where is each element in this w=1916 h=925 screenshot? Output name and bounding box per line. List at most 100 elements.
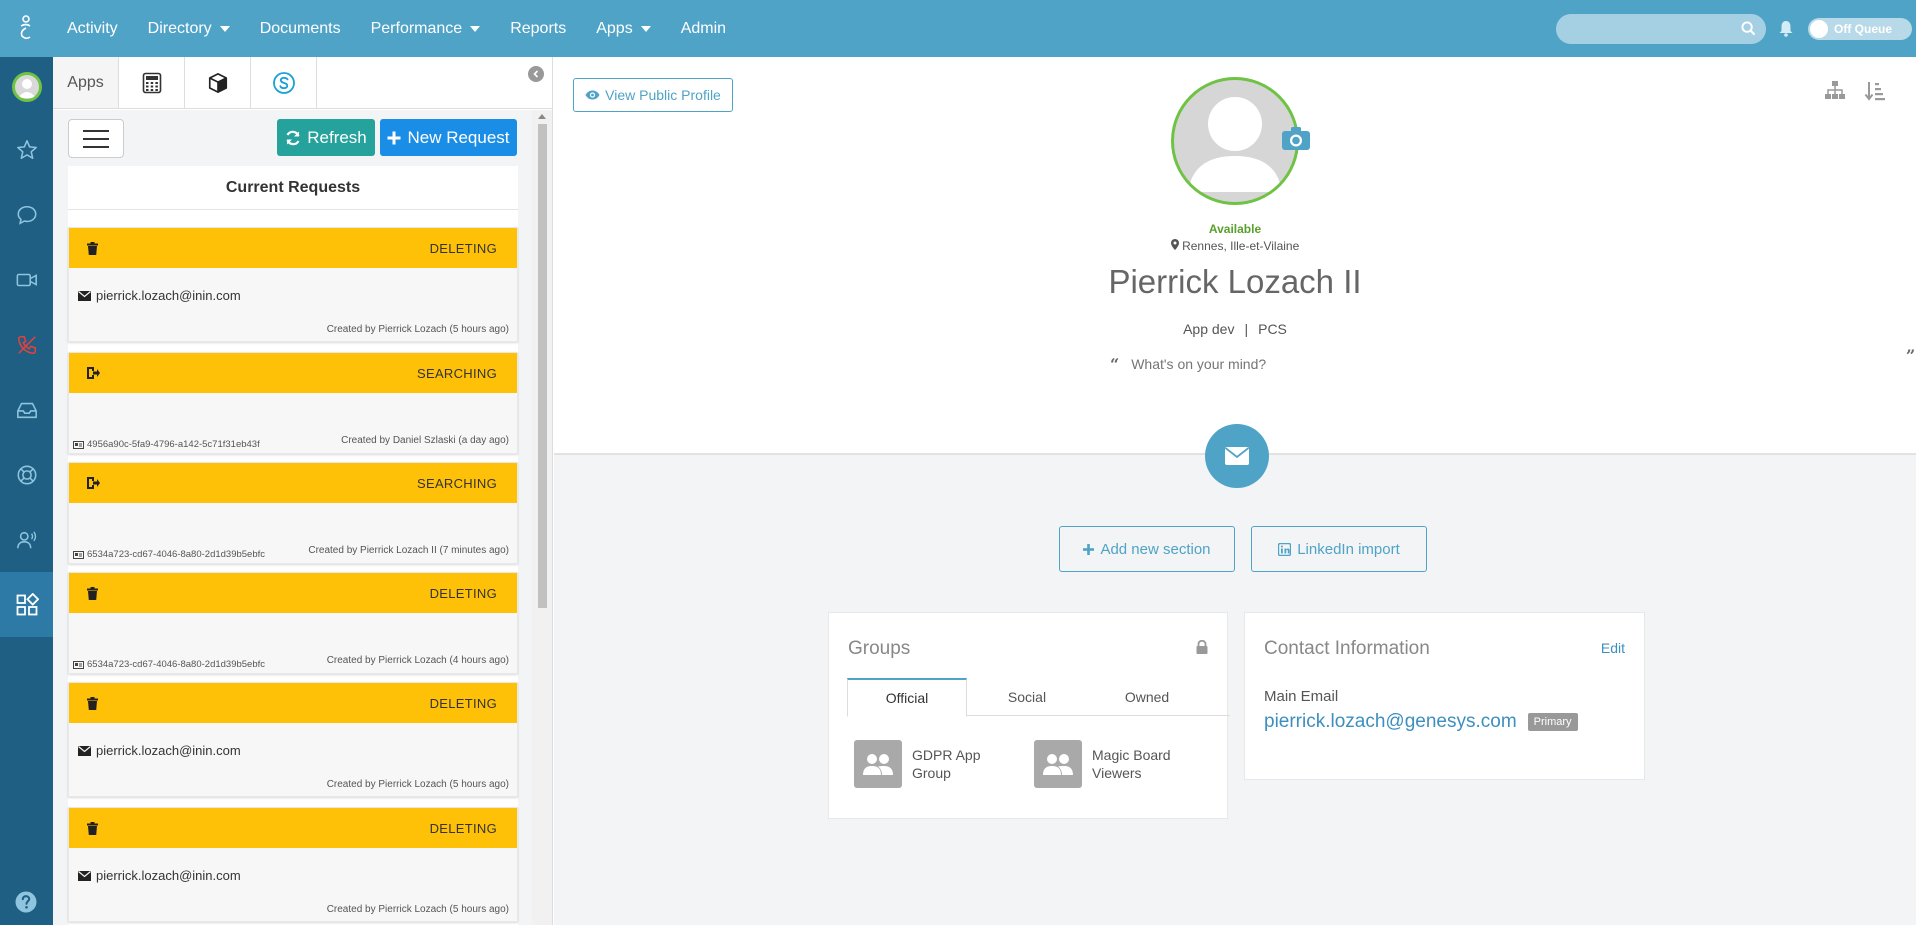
request-card[interactable]: SEARCHING Created by Daniel Szlaski (a d…	[68, 352, 518, 454]
scroll-thumb[interactable]	[538, 124, 547, 608]
nav-directory[interactable]: Directory	[133, 0, 245, 57]
nav-activity[interactable]: Activity	[52, 0, 133, 57]
profile-roles: App dev | PCS	[554, 321, 1916, 337]
plus-icon	[387, 131, 401, 144]
apps-panel: Apps Refresh New Request Current Request	[53, 57, 553, 925]
request-card[interactable]: DELETING pierrick.lozach@inin.com Create…	[68, 682, 518, 797]
request-status: DELETING	[429, 820, 497, 836]
view-public-profile-button[interactable]: View Public Profile	[573, 78, 733, 112]
bell-icon[interactable]	[1778, 20, 1794, 37]
send-email-button[interactable]	[1205, 424, 1269, 488]
quote-open-icon: “	[1110, 354, 1120, 374]
map-pin-icon	[1170, 239, 1179, 250]
tab-owned[interactable]: Owned	[1087, 678, 1207, 715]
group-name: GDPR App Group	[912, 747, 981, 781]
job-title[interactable]: App dev	[1183, 321, 1234, 337]
search-icon[interactable]	[1741, 20, 1756, 36]
requests-list: Current Requests DELETING pierrick.lozac…	[68, 166, 518, 925]
request-created: Created by Daniel Szlaski (a day ago)	[341, 435, 509, 446]
nav-performance[interactable]: Performance	[356, 0, 496, 57]
envelope-icon	[78, 870, 91, 881]
department[interactable]: PCS	[1258, 321, 1287, 337]
inbox-icon[interactable]	[0, 377, 53, 442]
tab-skype[interactable]	[251, 57, 317, 108]
request-card[interactable]: DELETING pierrick.lozach@inin.com Create…	[68, 227, 518, 342]
nav-documents[interactable]: Documents	[245, 0, 356, 57]
request-created: Created by Pierrick Lozach (5 hours ago)	[326, 324, 509, 335]
trash-icon[interactable]	[87, 696, 98, 710]
genesys-logo-icon[interactable]	[0, 0, 52, 57]
request-card[interactable]: DELETING pierrick.lozach@inin.com Create…	[68, 807, 518, 922]
mind-input[interactable]	[1131, 356, 1332, 372]
quote-close-icon: ”	[1906, 346, 1916, 365]
help-ring-icon[interactable]	[0, 442, 53, 507]
nav-admin[interactable]: Admin	[666, 0, 741, 57]
edit-contact-link[interactable]: Edit	[1601, 640, 1625, 656]
nav-reports[interactable]: Reports	[495, 0, 581, 57]
id-card-icon	[73, 660, 84, 669]
user-voice-icon[interactable]	[0, 507, 53, 572]
calculator-icon	[142, 72, 161, 93]
refresh-button[interactable]: Refresh	[277, 119, 375, 156]
add-new-section-button[interactable]: Add new section	[1059, 526, 1235, 572]
status-message: “ ”	[1110, 346, 1915, 375]
org-chart-icon[interactable]	[1824, 80, 1846, 100]
trash-icon[interactable]	[87, 821, 98, 835]
chat-bubble-icon[interactable]	[0, 182, 53, 247]
linkedin-import-button[interactable]: LinkedIn import	[1251, 526, 1427, 572]
trash-icon[interactable]	[87, 586, 98, 600]
request-created: Created by Pierrick Lozach (5 hours ago)	[326, 779, 509, 790]
groups-card: Groups Official Social Owned GDPR App Gr…	[828, 612, 1230, 819]
queue-toggle-label: Off Queue	[1834, 21, 1893, 36]
user-avatar[interactable]	[0, 57, 53, 117]
chevron-left-icon	[533, 70, 539, 78]
tab-official[interactable]: Official	[847, 678, 967, 717]
panel-scrollbar[interactable]	[532, 110, 552, 925]
request-created: Created by Pierrick Lozach (4 hours ago)	[326, 655, 509, 666]
left-rail	[0, 57, 53, 925]
envelope-icon	[1225, 447, 1249, 465]
request-id: 4956a90c-5fa9-4796-a142-5c71f31eb43f	[73, 439, 260, 450]
tab-cube[interactable]	[185, 57, 251, 108]
tab-apps[interactable]: Apps	[53, 57, 119, 108]
request-email: pierrick.lozach@inin.com	[78, 868, 241, 883]
sort-order-icon[interactable]	[1864, 80, 1886, 102]
id-card-icon	[73, 550, 84, 559]
sign-out-icon[interactable]	[87, 367, 100, 379]
request-email: pierrick.lozach@inin.com	[78, 743, 241, 758]
request-status: DELETING	[429, 240, 497, 256]
profile-header: View Public Profile Available Rennes, Il…	[554, 57, 1916, 455]
favorites-star-icon[interactable]	[0, 117, 53, 182]
tab-calculator[interactable]	[119, 57, 185, 108]
tab-social[interactable]: Social	[967, 678, 1087, 715]
list-title: Current Requests	[68, 166, 518, 210]
request-card[interactable]: SEARCHING Created by Pierrick Lozach II …	[68, 462, 518, 564]
request-created: Created by Pierrick Lozach (5 hours ago)	[326, 904, 509, 915]
group-users-icon	[854, 740, 902, 788]
camera-icon[interactable]	[1281, 125, 1311, 151]
id-card-icon	[73, 440, 84, 449]
group-item[interactable]: Magic Board Viewers	[1034, 740, 1182, 788]
primary-badge: Primary	[1527, 713, 1578, 731]
request-card[interactable]: DELETING Created by Pierrick Lozach (4 h…	[68, 572, 518, 674]
queue-toggle[interactable]: Off Queue	[1808, 17, 1912, 40]
help-question-icon[interactable]	[14, 890, 38, 919]
apps-grid-icon[interactable]	[0, 572, 53, 637]
nav-apps[interactable]: Apps	[581, 0, 665, 57]
scroll-up-arrow-icon[interactable]	[538, 114, 546, 119]
trash-icon[interactable]	[87, 241, 98, 255]
group-item[interactable]: GDPR App Group	[854, 740, 1002, 788]
profile-page: View Public Profile Available Rennes, Il…	[554, 57, 1916, 925]
profile-name: Pierrick Lozach II	[1108, 263, 1362, 300]
menu-hamburger-button[interactable]	[68, 119, 124, 158]
phone-icon[interactable]	[0, 312, 53, 377]
lock-icon	[1196, 640, 1208, 654]
main-email-link[interactable]: pierrick.lozach@genesys.com	[1264, 711, 1517, 733]
sign-out-icon[interactable]	[87, 477, 100, 489]
search-input[interactable]	[1556, 13, 1766, 44]
video-camera-icon[interactable]	[0, 247, 53, 312]
new-request-button[interactable]: New Request	[380, 119, 517, 156]
requests-toolbar: Refresh New Request	[53, 110, 533, 166]
cube-icon	[208, 72, 227, 93]
collapse-panel-button[interactable]	[528, 66, 544, 82]
